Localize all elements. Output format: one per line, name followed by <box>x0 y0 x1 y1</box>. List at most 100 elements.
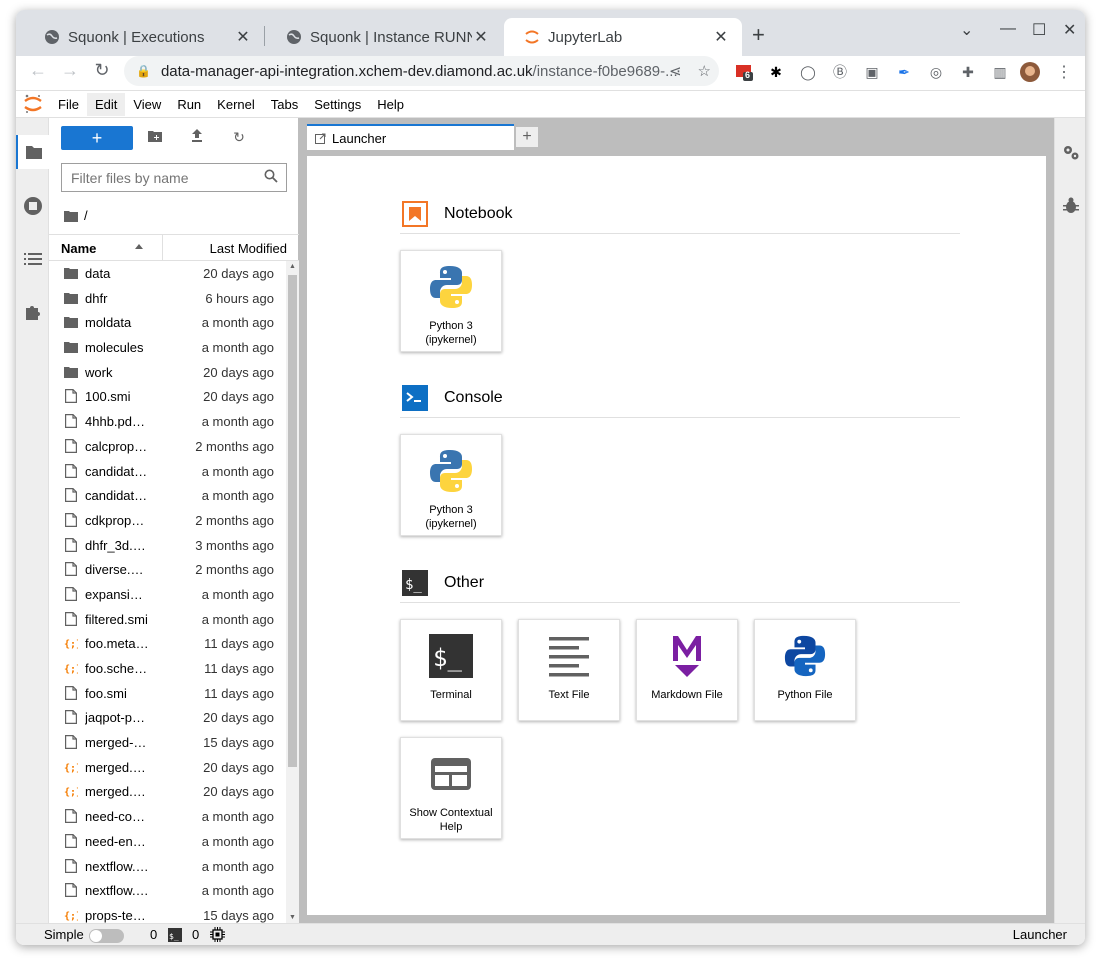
file-list-item[interactable]: {;} props-te… 15 days ago <box>49 903 286 923</box>
file-list-item[interactable]: {;} foo.sche… 11 days ago <box>49 656 286 681</box>
calendar-extension-icon[interactable]: 6 <box>734 62 754 82</box>
file-modified: 20 days ago <box>203 389 274 405</box>
table-of-contents-tab[interactable] <box>16 242 49 276</box>
file-list-scrollbar[interactable]: ▲ ▼ <box>286 261 299 923</box>
tab-launcher[interactable]: Launcher <box>307 124 514 150</box>
file-filter-input[interactable]: Filter files by name <box>61 163 287 192</box>
upload-icon[interactable] <box>187 129 207 145</box>
star-icon[interactable]: ☆ <box>698 62 711 80</box>
breadcrumb-root[interactable]: / <box>84 208 88 223</box>
file-icon <box>64 611 78 626</box>
menu-view[interactable]: View <box>125 93 169 116</box>
file-modified: 20 days ago <box>203 710 274 726</box>
reload-icon[interactable]: ↻ <box>90 60 114 81</box>
minimize-icon[interactable]: — <box>1000 20 1016 38</box>
target-extension-icon[interactable]: ◎ <box>926 62 946 82</box>
menu-tabs[interactable]: Tabs <box>263 93 306 116</box>
file-list-item[interactable]: nextflow.… a month ago <box>49 878 286 903</box>
close-icon[interactable]: ✕ <box>472 27 490 47</box>
add-tab-button[interactable]: + <box>515 126 539 148</box>
simple-mode-toggle[interactable] <box>89 929 124 943</box>
folder-icon <box>64 291 78 305</box>
extensions-tab[interactable] <box>16 295 49 329</box>
address-bar[interactable]: 🔒 data-manager-api-integration.xchem-dev… <box>124 56 719 86</box>
scrollbar-thumb[interactable] <box>288 275 297 767</box>
file-list-item[interactable]: 100.smi 20 days ago <box>49 384 286 409</box>
chat-extension-icon[interactable]: ▣ <box>862 62 882 82</box>
file-list-item[interactable]: dhfr 6 hours ago <box>49 286 286 311</box>
feather-extension-icon[interactable]: ✒ <box>894 62 914 82</box>
launcher-card-contextual-help[interactable]: Show Contextual Help <box>400 737 502 839</box>
file-list-item[interactable]: foo.smi 11 days ago <box>49 681 286 706</box>
file-list-item[interactable]: candidat… a month ago <box>49 459 286 484</box>
side-panel-icon[interactable]: ▥ <box>990 62 1010 82</box>
file-name: foo.meta… <box>85 636 149 652</box>
launcher-card-console-python3[interactable]: Python 3 (ipykernel) <box>400 434 502 536</box>
browser-tab-executions[interactable]: Squonk | Executions ✕ <box>24 18 264 56</box>
close-icon[interactable]: ✕ <box>712 27 730 47</box>
launcher-card-terminal[interactable]: $_ Terminal <box>400 619 502 721</box>
file-list-item[interactable]: merged-… 15 days ago <box>49 730 286 755</box>
terminal-count[interactable]: 0 <box>192 927 199 942</box>
file-list-item[interactable]: expansi… a month ago <box>49 582 286 607</box>
new-tab-button[interactable]: + <box>752 22 765 48</box>
file-list-item[interactable]: {;} merged.… 20 days ago <box>49 755 286 780</box>
property-inspector-tab[interactable] <box>1055 136 1085 170</box>
file-list-item[interactable]: 4hhb.pd… a month ago <box>49 409 286 434</box>
debugger-tab[interactable] <box>1055 189 1085 223</box>
cpu-icon[interactable] <box>210 927 225 945</box>
forward-icon[interactable]: → <box>58 60 82 81</box>
new-folder-icon[interactable] <box>145 129 165 145</box>
launcher-card-notebook-python3[interactable]: Python 3 (ipykernel) <box>400 250 502 352</box>
launcher-card-python-file[interactable]: Python File <box>754 619 856 721</box>
menu-kernel[interactable]: Kernel <box>209 93 263 116</box>
menu-file[interactable]: File <box>50 93 87 116</box>
kebab-menu-icon[interactable]: ⋮ <box>1054 62 1074 82</box>
file-list-item[interactable]: nextflow.… a month ago <box>49 854 286 879</box>
browser-tab-jupyterlab[interactable]: JupyterLab ✕ <box>504 18 742 56</box>
maximize-icon[interactable]: ☐ <box>1032 20 1046 40</box>
close-window-icon[interactable]: ✕ <box>1063 20 1076 40</box>
extension-badge: 6 <box>745 70 751 80</box>
scroll-up-icon[interactable]: ▲ <box>289 263 296 270</box>
file-list-item[interactable]: work 20 days ago <box>49 360 286 385</box>
scroll-down-icon[interactable]: ▼ <box>289 914 296 921</box>
file-list-item[interactable]: dhfr_3d.… 3 months ago <box>49 533 286 558</box>
avatar[interactable] <box>1020 62 1040 82</box>
chevron-down-icon[interactable]: ⌄ <box>960 20 973 40</box>
launcher-card-markdown-file[interactable]: Markdown File <box>636 619 738 721</box>
file-list-item[interactable]: diverse.… 2 months ago <box>49 557 286 582</box>
file-list-item[interactable]: {;} foo.meta… 11 days ago <box>49 631 286 656</box>
kernel-count[interactable]: 0 <box>150 927 157 942</box>
b-extension-icon[interactable]: Ⓑ <box>830 62 850 82</box>
file-list-item[interactable]: need-co… a month ago <box>49 804 286 829</box>
file-browser-tab[interactable] <box>16 135 49 169</box>
file-list-item[interactable]: data 20 days ago <box>49 261 286 286</box>
file-list-item[interactable]: filtered.smi a month ago <box>49 607 286 632</box>
running-sessions-tab[interactable] <box>16 189 49 223</box>
back-icon[interactable]: ← <box>26 60 50 81</box>
menu-run[interactable]: Run <box>169 93 209 116</box>
file-list-item[interactable]: candidat… a month ago <box>49 483 286 508</box>
menu-help[interactable]: Help <box>369 93 412 116</box>
file-list-item[interactable]: {;} merged.… 20 days ago <box>49 779 286 804</box>
launcher-card-text-file[interactable]: Text File <box>518 619 620 721</box>
column-header-name[interactable]: Name <box>61 241 96 256</box>
file-list-item[interactable]: moldata a month ago <box>49 310 286 335</box>
menu-settings[interactable]: Settings <box>306 93 369 116</box>
new-launcher-button[interactable]: + <box>61 126 133 150</box>
puzzle-icon[interactable]: ✚ <box>958 62 978 82</box>
gnome-extension-icon[interactable]: ✱ <box>766 62 786 82</box>
browser-tab-instance[interactable]: Squonk | Instance RUNNING ✕ <box>266 18 502 56</box>
refresh-icon[interactable]: ↻ <box>229 129 249 146</box>
share-icon[interactable]: ⋖ <box>669 62 682 80</box>
file-list-item[interactable]: need-en… a month ago <box>49 829 286 854</box>
file-list-item[interactable]: jaqpot-p… 20 days ago <box>49 705 286 730</box>
close-icon[interactable]: ✕ <box>234 27 252 47</box>
menu-edit[interactable]: Edit <box>86 92 126 116</box>
file-list-item[interactable]: molecules a month ago <box>49 335 286 360</box>
file-list-item[interactable]: calcprop… 2 months ago <box>49 434 286 459</box>
column-header-modified[interactable]: Last Modified <box>210 241 287 256</box>
circle-extension-icon[interactable]: ◯ <box>798 62 818 82</box>
file-list-item[interactable]: cdkprop… 2 months ago <box>49 508 286 533</box>
